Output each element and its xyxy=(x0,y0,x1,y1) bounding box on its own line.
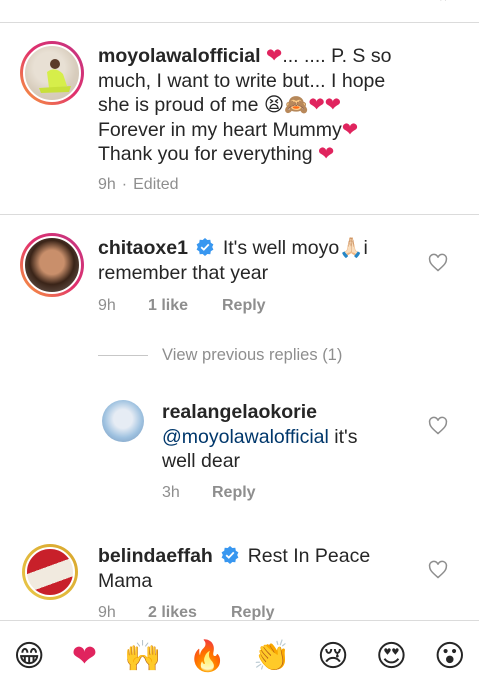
view-previous-replies[interactable]: View previous replies (1) xyxy=(98,346,342,365)
crying-emoji[interactable]: 😢 xyxy=(317,641,348,672)
avatar-belindaeffah[interactable] xyxy=(22,544,78,600)
top-bar: ⌃ xyxy=(0,0,479,23)
timestamp: 9h xyxy=(98,297,116,314)
view-previous-label[interactable]: View previous replies (1) xyxy=(162,346,342,365)
comment-body: belindaeffah Rest In Peace Mama xyxy=(98,544,428,593)
comment-body: moyolawalofficial ❤... .... P. S so much… xyxy=(98,44,468,167)
fire-emoji[interactable]: 🔥 xyxy=(189,641,226,672)
comment-body: chitaoxe1 It's well moyo🙏🏻i remember tha… xyxy=(98,236,428,285)
comment-text-line: Thank you for everything ❤ xyxy=(98,143,335,165)
verified-badge-icon xyxy=(196,238,214,256)
raised-hands-emoji[interactable]: 🙌 xyxy=(124,641,161,672)
reply-button[interactable]: Reply xyxy=(222,297,266,315)
timestamp: 3h xyxy=(162,484,180,501)
likes-count[interactable]: 1 like xyxy=(148,297,222,315)
reply-body: realangelaokorie @moyolawalofficial it's… xyxy=(162,400,422,474)
reply-button[interactable]: Reply xyxy=(212,484,256,502)
comment-text-line: ❤... .... P. S so xyxy=(265,45,392,67)
timestamp: 9h xyxy=(98,176,116,193)
divider-line xyxy=(98,355,148,356)
divider xyxy=(0,214,479,215)
heart-eyes-emoji[interactable]: 😍 xyxy=(376,641,407,672)
username[interactable]: chitaoxe1 xyxy=(98,237,188,259)
comment-meta: 9h · Edited xyxy=(98,176,179,194)
reply-text: well dear xyxy=(162,450,241,472)
like-heart-icon[interactable] xyxy=(428,416,448,436)
comment-text-line: Rest In Peace xyxy=(247,545,371,567)
separator: · xyxy=(121,176,128,193)
avatar-moyolawalofficial[interactable] xyxy=(20,41,84,105)
verified-badge-icon xyxy=(221,546,239,564)
username[interactable]: realangelaokorie xyxy=(162,401,317,423)
like-heart-icon[interactable] xyxy=(428,253,448,273)
emoji-reaction-bar: 😁 ❤ 🙌 🔥 👏 😢 😍 😮 xyxy=(0,620,479,692)
comment-text-line: Forever in my heart Mummy❤ xyxy=(98,118,359,141)
grinning-emoji[interactable]: 😁 xyxy=(14,641,45,672)
username[interactable]: belindaeffah xyxy=(98,545,213,567)
like-heart-icon[interactable] xyxy=(428,560,448,580)
comment-text-line: It's well moyo🙏🏻i xyxy=(222,237,368,259)
heart-emoji[interactable]: ❤ xyxy=(72,641,97,672)
profile-photo xyxy=(39,59,71,93)
reply-text: it's xyxy=(328,425,358,448)
chevron-icon[interactable]: ⌃ xyxy=(437,0,449,11)
mention-link[interactable]: @moyolawalofficial xyxy=(162,426,329,448)
clapping-emoji[interactable]: 👏 xyxy=(253,641,290,672)
edited-label: Edited xyxy=(133,176,179,193)
username[interactable]: moyolawalofficial xyxy=(98,45,261,67)
comment-meta: 9h 1 like Reply xyxy=(98,297,266,315)
avatar-chitaoxe1[interactable] xyxy=(20,233,84,297)
avatar-realangelaokorie[interactable] xyxy=(102,400,144,442)
reply-meta: 3h Reply xyxy=(162,484,256,502)
comment-text-line: much, I want to write but... I hope xyxy=(98,69,386,92)
comment-text-line: remember that year xyxy=(98,261,269,284)
surprised-emoji[interactable]: 😮 xyxy=(434,641,465,672)
comment-text-line: Mama xyxy=(98,569,153,592)
comment-text-line: she is proud of me 😫🙈❤❤ xyxy=(98,94,342,116)
